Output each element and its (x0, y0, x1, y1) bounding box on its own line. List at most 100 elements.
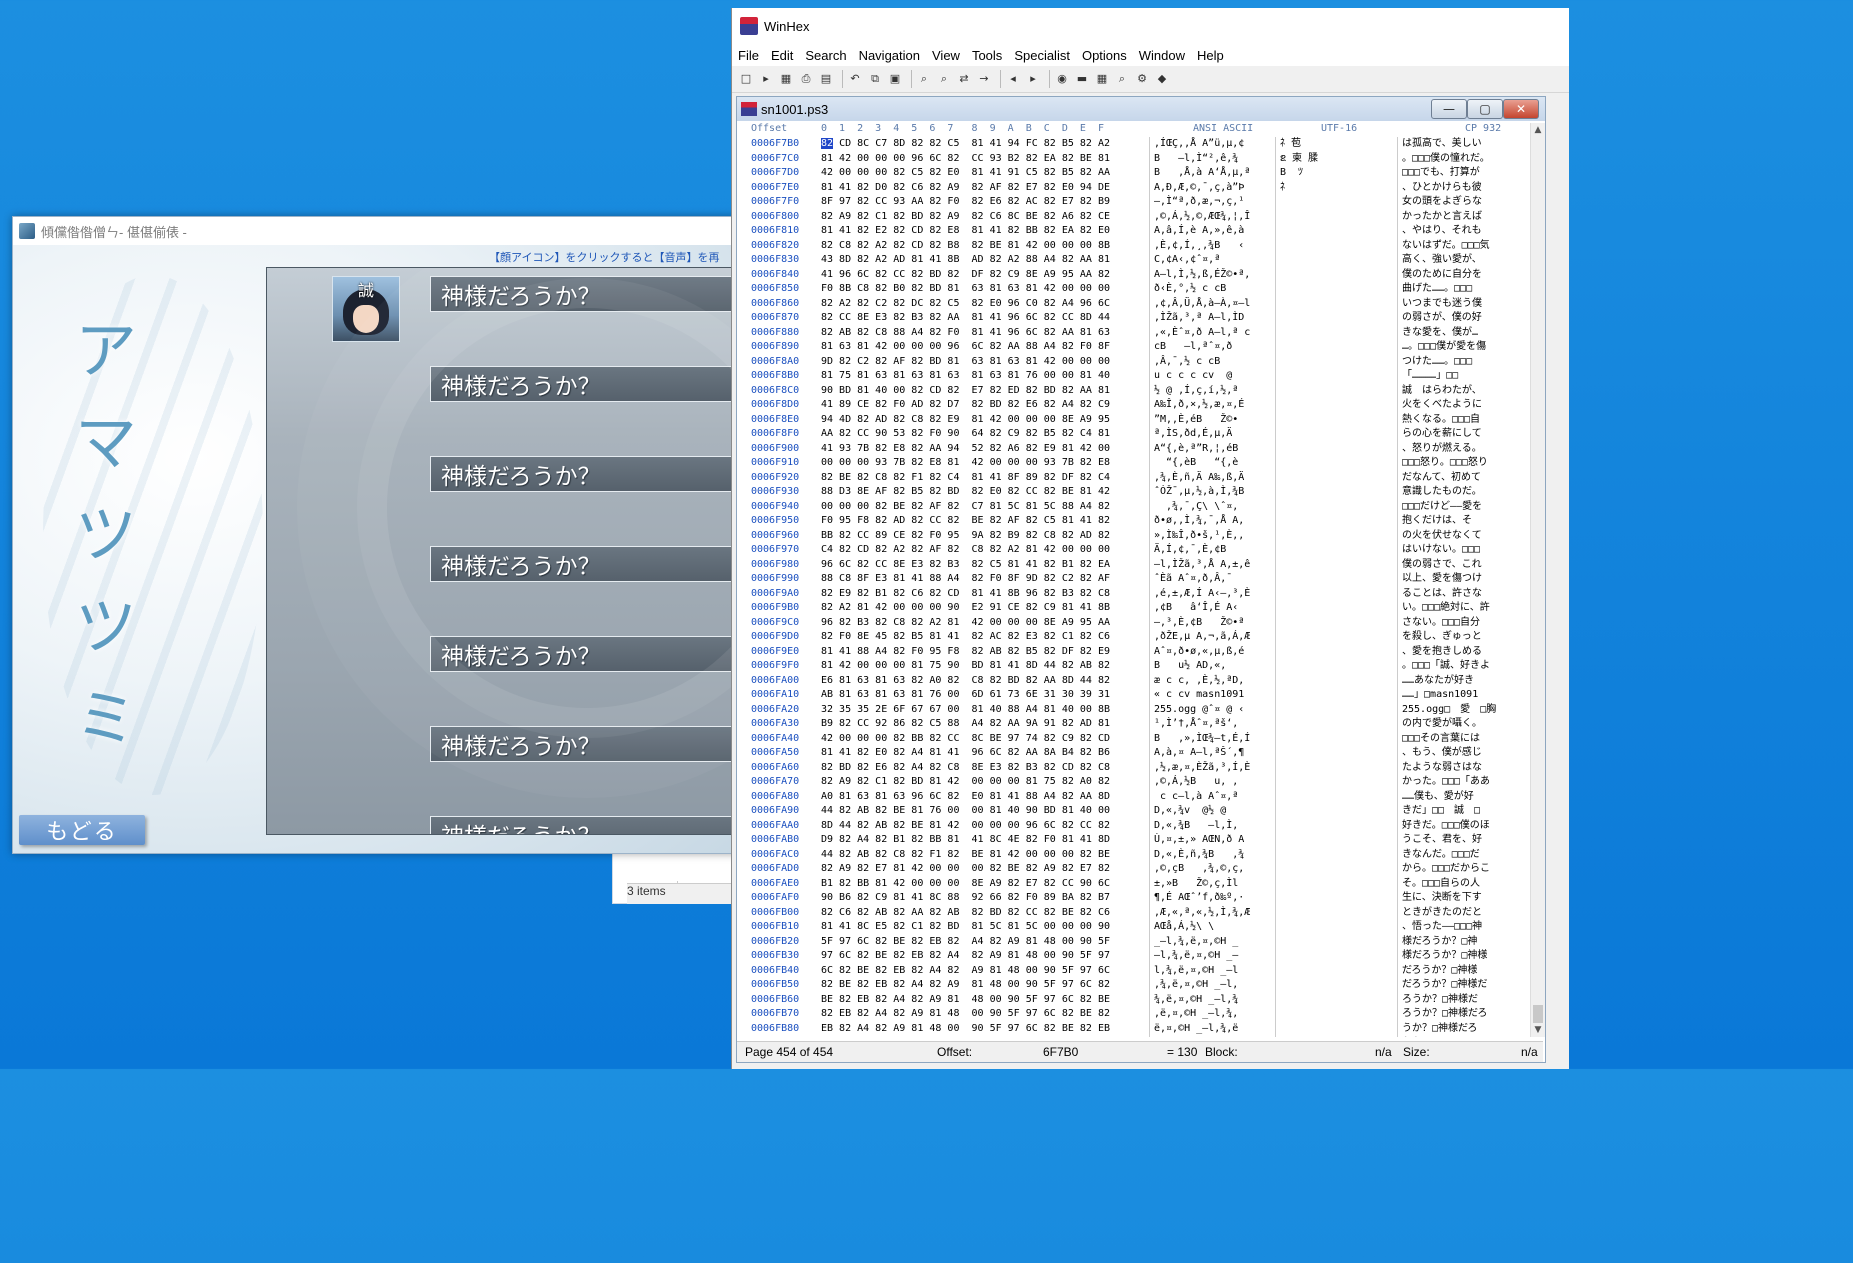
backlog-panel[interactable]: 誠 神様だろうか？ 神様だろうか？ 神様だろうか？ 神様だろうか？ 神様だろうか？ 神様だ… (266, 267, 739, 835)
cp932-cell[interactable]: い。□□□絶対に、許 (1397, 601, 1527, 616)
cp932-cell[interactable]: ないはずだ。□□□気 (1397, 238, 1527, 253)
ansi-cell[interactable]: ‚ÍŒÇ‚‚Å A”ü‚µ‚¢ (1149, 137, 1275, 152)
hex-row[interactable]: 0006F7E0 81 41 82 D0 82 C6 82 A9 82 AF 82… (737, 180, 1531, 196)
backlog-line[interactable]: 神様だろうか？ (430, 816, 739, 834)
cp932-cell[interactable]: ろうか？□神様だろ (1397, 1007, 1527, 1022)
hex-row[interactable]: 0006F920 82 BE 82 C8 82 F1 82 C4 81 41 8F… (737, 470, 1531, 486)
ansi-cell[interactable]: A“{‚è‚ª”R‚¦‚éB (1149, 441, 1275, 456)
offset-cell[interactable]: 0006F950 (737, 514, 815, 529)
offset-cell[interactable]: 0006F850 (737, 282, 815, 297)
cp932-cell[interactable]: 。□□□僕の憧れだ。 (1397, 151, 1527, 166)
hex-bytes-cell[interactable]: AA 82 CC 90 53 82 F0 90 64 82 C9 82 B5 8… (815, 427, 1149, 442)
ansi-cell[interactable]: –‚³‚È‚¢B Ž©•ª (1149, 615, 1275, 630)
cp932-cell[interactable]: ときがきたのだと (1397, 905, 1527, 920)
hex-bytes-cell[interactable]: 82 CC 8E E3 82 B3 82 AA 81 41 96 6C 82 C… (815, 311, 1149, 326)
utf16-cell[interactable] (1275, 1021, 1397, 1036)
offset-cell[interactable]: 0006F9A0 (737, 587, 815, 602)
ansi-cell[interactable]: 255.ogg @ˆ¤ @ ‹ (1149, 702, 1275, 717)
ansi-cell[interactable]: ‚¢B â‘Î‚É A‹ (1149, 601, 1275, 616)
utf16-cell[interactable] (1275, 818, 1397, 833)
menu-item-options[interactable]: Options (1082, 48, 1127, 63)
hex-bytes-cell[interactable]: 41 89 CE 82 F0 AD 82 D7 82 BD 82 E6 82 A… (815, 398, 1149, 413)
ansi-cell[interactable]: ‚é‚±‚Æ‚Í A‹–‚³‚È (1149, 586, 1275, 601)
hex-row[interactable]: 0006FA70 82 A9 82 C1 82 BD 81 42 00 00 00… (737, 775, 1531, 790)
hex-row[interactable]: 0006F850 F0 8B C8 82 B0 82 BD 81 63 81 63… (737, 282, 1531, 297)
offset-cell[interactable]: 0006FA70 (737, 775, 815, 790)
hex-row[interactable]: 0006FB20 5F 97 6C 82 BE 82 EB 82 A4 82 A9… (737, 934, 1531, 949)
cp932-cell[interactable]: かったかと言えば (1397, 209, 1527, 224)
offset-cell[interactable]: 0006F890 (737, 340, 815, 355)
utf16-cell[interactable] (1275, 731, 1397, 746)
hex-row[interactable]: 0006F810 81 41 82 E2 82 CD 82 E8 81 41 82… (737, 224, 1531, 239)
ansi-cell[interactable]: —‚Ì“ª‚ð‚æ‚¬‚ç‚¹ (1149, 195, 1275, 210)
goto-icon[interactable]: → (976, 71, 992, 87)
offset-cell[interactable]: 0006F8B0 (737, 369, 815, 384)
hex-bytes-cell[interactable]: 00 00 00 82 BE 82 AF 82 C7 81 5C 81 5C 8… (815, 500, 1149, 515)
offset-cell[interactable]: 0006F880 (737, 326, 815, 341)
hex-row[interactable]: 0006FA90 44 82 AB 82 BE 81 76 00 00 81 40… (737, 804, 1531, 819)
hex-row[interactable]: 0006F9D0 82 F0 8E 45 82 B5 81 41 82 AC 82… (737, 630, 1531, 645)
offset-cell[interactable]: 0006F900 (737, 442, 815, 457)
menu-item-navigation[interactable]: Navigation (859, 48, 920, 63)
ansi-cell[interactable]: ‚¾‚ë‚¤‚©H _—l‚ (1149, 978, 1275, 993)
menu-item-specialist[interactable]: Specialist (1014, 48, 1070, 63)
hex-bytes-cell[interactable]: 82 A9 82 E7 81 42 00 00 00 82 BE 82 A9 8… (815, 862, 1149, 877)
zoom-icon[interactable]: ⌕ (1114, 71, 1130, 87)
cp932-cell[interactable]: 、ひとかけらも彼 (1397, 180, 1527, 195)
utf16-cell[interactable] (1275, 253, 1397, 268)
properties-icon[interactable]: ▤ (818, 71, 834, 87)
ansi-cell[interactable]: »‚Ì‰Î‚ð•š‚¹‚È‚­‚ (1149, 528, 1275, 543)
hex-bytes-cell[interactable]: 82 C6 82 AB 82 AA 82 AB 82 BD 82 CC 82 B… (815, 906, 1149, 921)
cp932-cell[interactable]: □□□その言葉には (1397, 731, 1527, 746)
utf16-cell[interactable] (1275, 760, 1397, 775)
hex-bytes-cell[interactable]: 81 41 8C E5 82 C1 82 BD 81 5C 81 5C 00 0… (815, 920, 1149, 935)
offset-cell[interactable]: 0006FA50 (737, 746, 815, 761)
offset-cell[interactable]: 0006F960 (737, 529, 815, 544)
utf16-cell[interactable] (1275, 862, 1397, 877)
hex-bytes-cell[interactable]: 82 A2 81 42 00 00 00 90 E2 91 CE 82 C9 8… (815, 601, 1149, 616)
hex-bytes-cell[interactable]: 8D 44 82 AB 82 BE 81 42 00 00 00 96 6C 8… (815, 819, 1149, 834)
backlog-line[interactable]: 神様だろうか？ (430, 726, 739, 762)
hex-row[interactable]: 0006F800 82 A9 82 C1 82 BD 82 A9 82 C6 8C… (737, 209, 1531, 225)
open-icon[interactable]: ▸ (758, 71, 774, 87)
hex-bytes-cell[interactable]: 81 42 00 00 00 96 6C 82 CC 93 B2 82 EA 8… (815, 152, 1149, 167)
offset-cell[interactable]: 0006FA30 (737, 717, 815, 732)
backlog-line[interactable]: 神様だろうか？ (430, 276, 739, 312)
menu-item-window[interactable]: Window (1139, 48, 1185, 63)
disk-icon[interactable]: ◉ (1054, 71, 1070, 87)
hex-bytes-cell[interactable]: 96 82 B3 82 C8 82 A2 81 42 00 00 00 8E A… (815, 616, 1149, 631)
hex-row[interactable]: 0006FB10 81 41 8C E5 82 C1 82 BD 81 5C 81… (737, 920, 1531, 935)
utf16-cell[interactable] (1275, 282, 1397, 297)
offset-cell[interactable]: 0006F9E0 (737, 645, 815, 660)
minimize-button[interactable]: — (1431, 99, 1467, 119)
offset-cell[interactable]: 0006F7C0 (737, 152, 815, 167)
offset-cell[interactable]: 0006F810 (737, 224, 815, 239)
ansi-cell[interactable]: ‚¾‚È‚ñ‚Ä A‰‚ß‚Ä (1149, 470, 1275, 485)
cp932-cell[interactable]: 僕の弱さで、これ (1397, 557, 1527, 572)
utf16-cell[interactable] (1275, 441, 1397, 456)
offset-cell[interactable]: 0006FA10 (737, 688, 815, 703)
hex-bytes-cell[interactable]: 82 BE 82 C8 82 F1 82 C4 81 41 8F 89 82 D… (815, 471, 1149, 486)
utf16-cell[interactable]: ﾈ (1275, 180, 1397, 195)
ansi-cell[interactable]: B u½ AD‚«‚ (1149, 659, 1275, 674)
offset-cell[interactable]: 0006FB70 (737, 1007, 815, 1022)
hex-row[interactable]: 0006FAE0 B1 82 BB 81 42 00 00 00 8E A9 82… (737, 876, 1531, 891)
offset-cell[interactable]: 0006F970 (737, 543, 815, 558)
hex-row[interactable]: 0006F910 00 00 00 93 7B 82 E8 81 42 00 00… (737, 456, 1531, 471)
find-hex-icon[interactable]: ⌕ (936, 71, 952, 87)
hex-bytes-cell[interactable]: 81 41 82 D0 82 C6 82 A9 82 AF 82 E7 82 E… (815, 181, 1149, 196)
ansi-cell[interactable]: A‚à‚¤ A–l‚ªŠ´‚¶ (1149, 746, 1275, 761)
hex-row[interactable]: 0006FAD0 82 A9 82 E7 81 42 00 00 00 82 BE… (737, 862, 1531, 877)
ansi-cell[interactable]: ‚«‚Èˆ¤‚ð A–l‚ª c (1149, 325, 1275, 340)
maximize-button[interactable]: ▢ (1467, 99, 1503, 119)
cp932-cell[interactable]: 僕のために自分を (1397, 267, 1527, 282)
offset-cell[interactable]: 0006F800 (737, 210, 815, 225)
offset-cell[interactable]: 0006F7B0 (737, 137, 815, 152)
cp932-cell[interactable]: ……僕も、愛が好 (1397, 789, 1527, 804)
ansi-cell[interactable]: C‚¢­A‹­‚¢ˆ¤‚ª (1149, 253, 1275, 268)
cp932-cell[interactable]: 火をくべたように (1397, 398, 1527, 413)
utf16-cell[interactable]: B ﾂ (1275, 166, 1397, 181)
hex-bytes-cell[interactable]: 82 C8 82 A2 82 CD 82 B8 82 BE 81 42 00 0… (815, 239, 1149, 254)
copy-icon[interactable]: ⧉ (867, 71, 883, 87)
offset-cell[interactable]: 0006F840 (737, 268, 815, 283)
